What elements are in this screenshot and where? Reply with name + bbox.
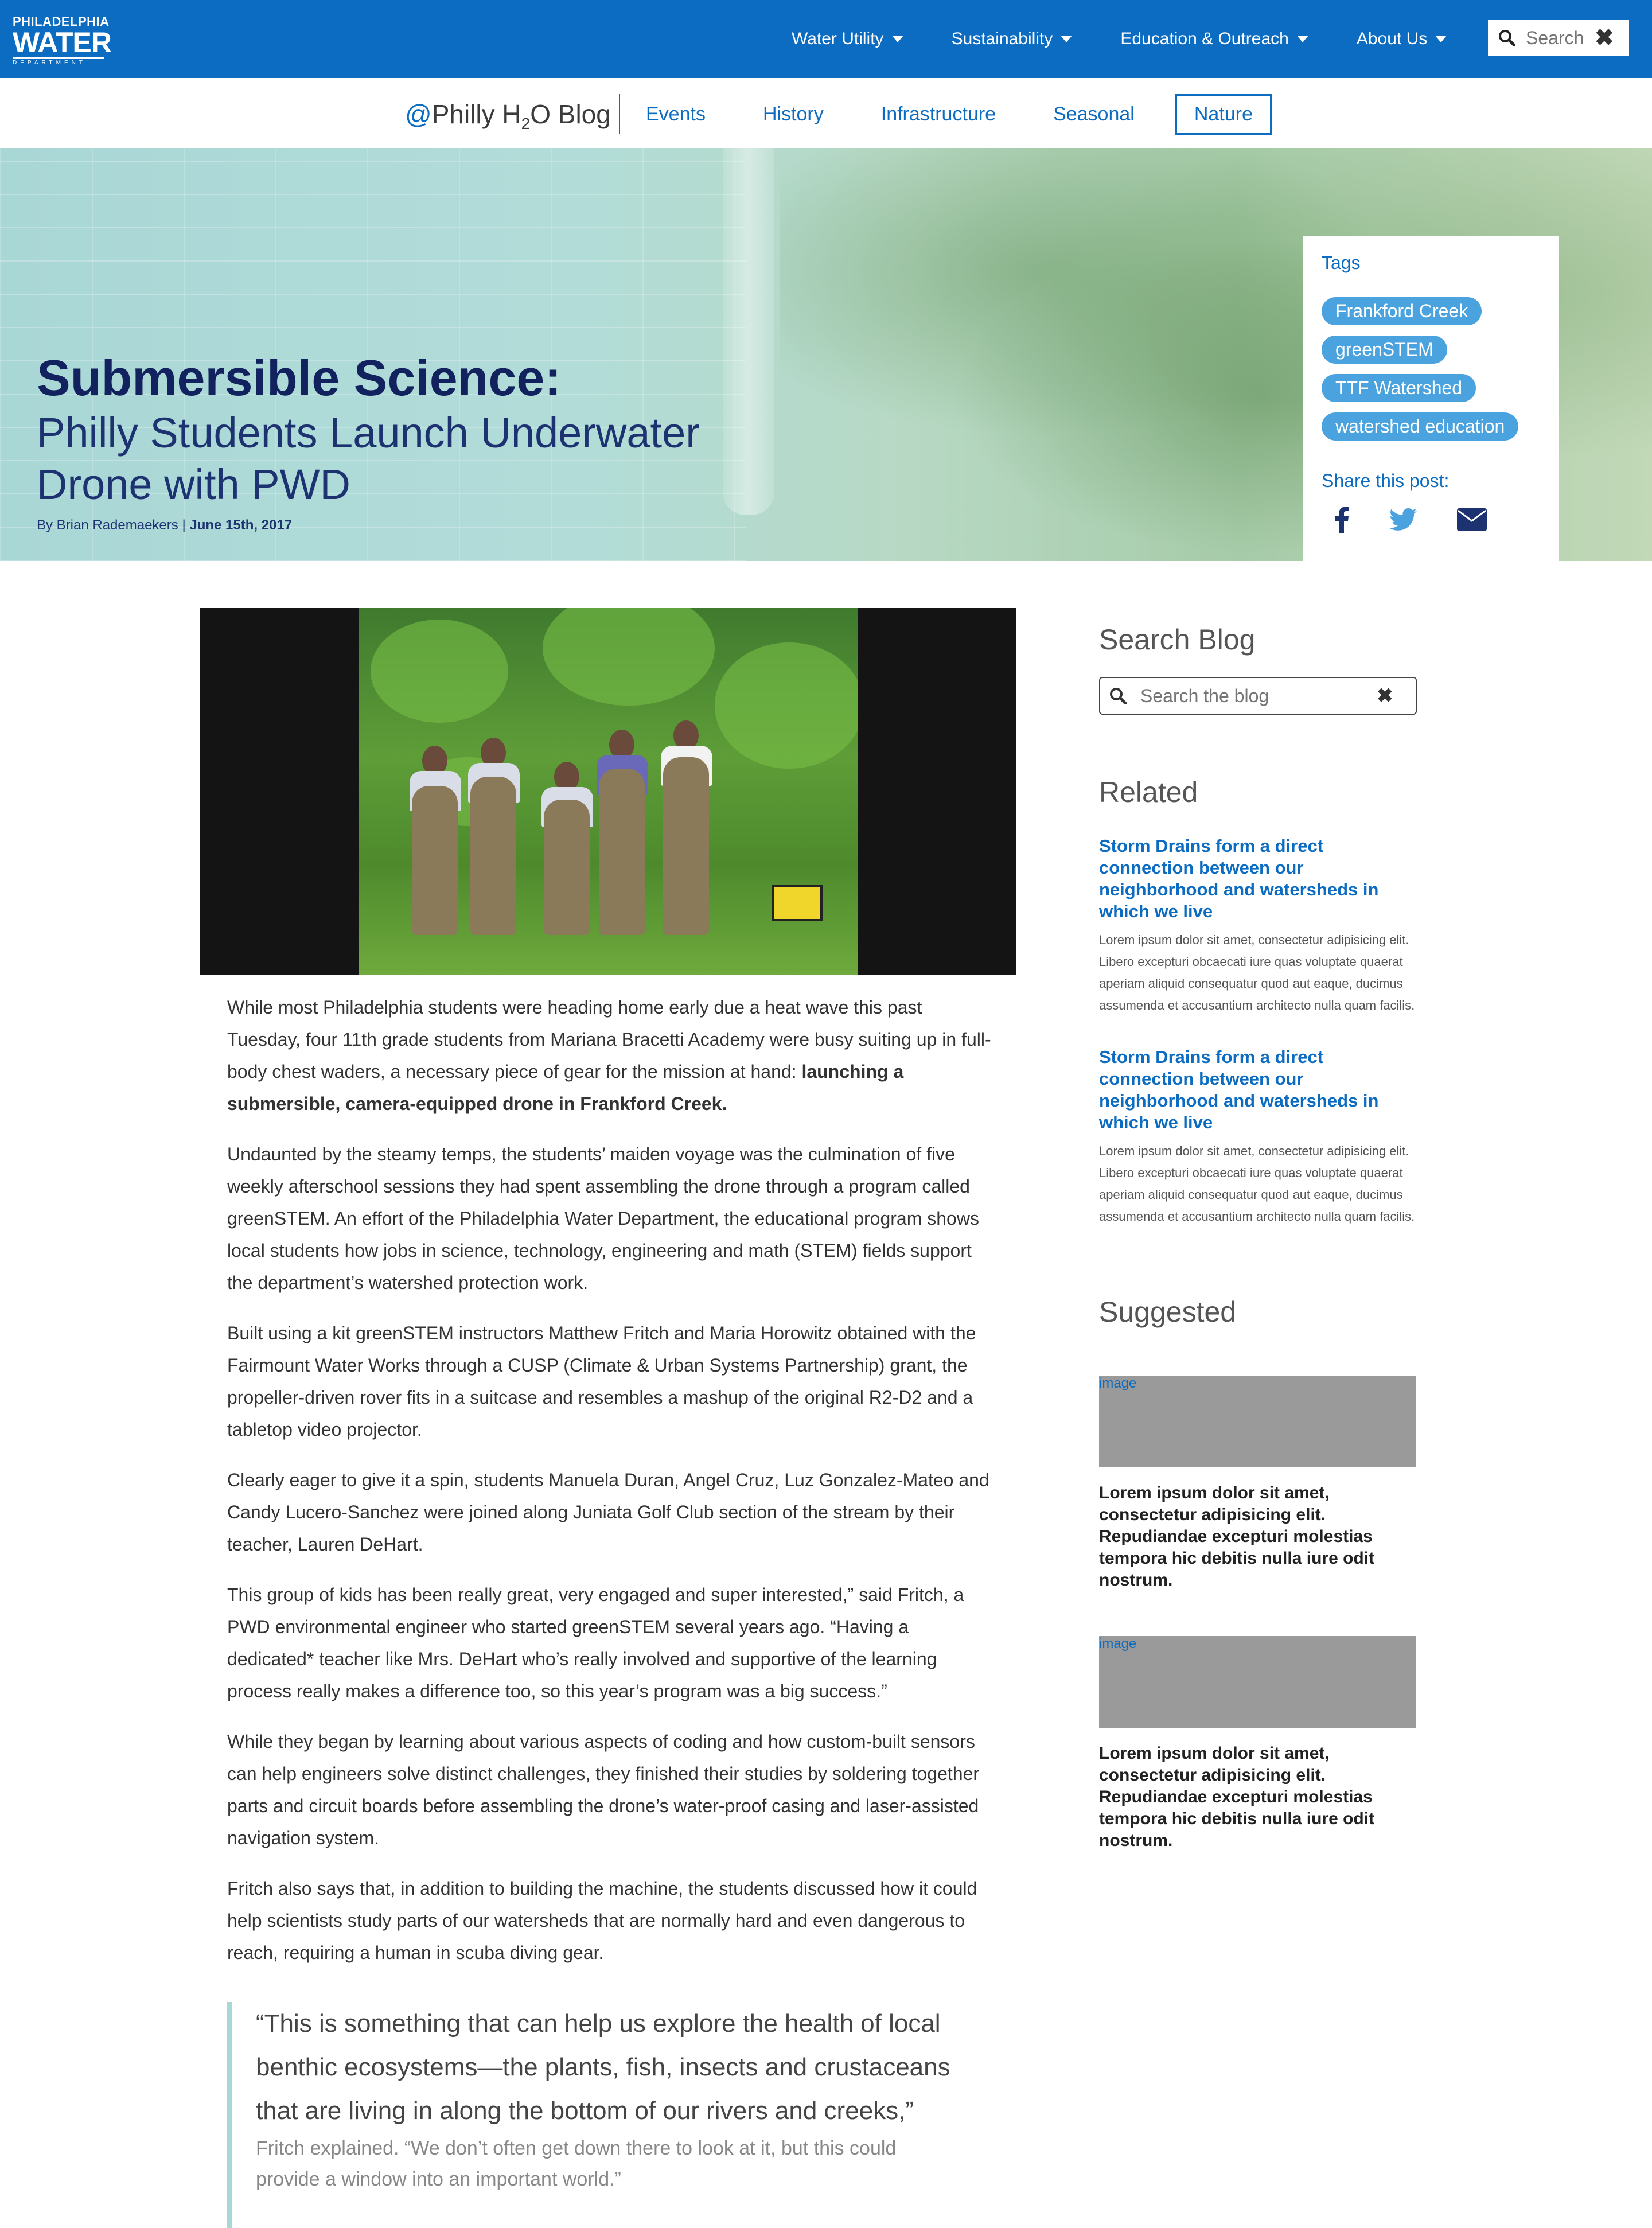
main-nav: Water Utility Sustainability Education &… bbox=[792, 0, 1495, 78]
page: PHILADELPHIA WATER DEPARTMENT Water Util… bbox=[0, 0, 1652, 2228]
article-body: While most Philadelphia students were he… bbox=[227, 991, 996, 1987]
photo-drone-case bbox=[772, 885, 823, 921]
article-photo-frame bbox=[200, 608, 1016, 975]
nav-about-us[interactable]: About Us bbox=[1357, 29, 1447, 49]
broken-image-alt: image bbox=[1099, 1376, 1137, 1391]
tab-events[interactable]: Events bbox=[646, 103, 706, 126]
article-paragraph: Undaunted by the steamy temps, the stude… bbox=[227, 1144, 979, 1293]
suggested-title[interactable]: Lorem ipsum dolor sit amet, consectetur … bbox=[1099, 1743, 1420, 1852]
pull-quote-text: “This is something that can help us expl… bbox=[256, 2009, 950, 2125]
related-heading: Related bbox=[1099, 776, 1198, 808]
tab-history[interactable]: History bbox=[763, 103, 824, 126]
pull-quote: “This is something that can help us expl… bbox=[227, 2002, 1002, 2228]
article-paragraph: Fritch also says that, in addition to bu… bbox=[227, 1878, 977, 1963]
logo-line2: WATER bbox=[13, 26, 112, 59]
post-author: By Brian Rademaekers | bbox=[37, 517, 190, 533]
photo-foliage bbox=[371, 620, 508, 723]
share-buttons bbox=[1334, 506, 1527, 533]
blog-title[interactable]: @Philly H2O Blog bbox=[405, 94, 620, 134]
logo-line3: DEPARTMENT bbox=[13, 57, 104, 67]
pull-quote-attribution: Fritch explained. “We don’t often get do… bbox=[256, 2137, 897, 2190]
related-excerpt: Lorem ipsum dolor sit amet, consectetur … bbox=[1099, 933, 1415, 1012]
blog-title-pre: Philly H bbox=[431, 99, 521, 129]
photo-student bbox=[599, 769, 645, 935]
site-search-input[interactable] bbox=[1525, 26, 1590, 49]
article-paragraph: Clearly eager to give it a spin, student… bbox=[227, 1470, 989, 1555]
article-paragraph: While most Philadelphia students were he… bbox=[227, 991, 996, 1120]
photo-foliage bbox=[543, 608, 715, 706]
broken-image-alt: image bbox=[1099, 1636, 1137, 1651]
photo-student bbox=[544, 800, 590, 935]
suggested-heading: Suggested bbox=[1099, 1296, 1237, 1328]
blog-title-sub: 2 bbox=[521, 115, 531, 133]
nav-label: Education & Outreach bbox=[1120, 29, 1289, 48]
pwd-logo[interactable]: PHILADELPHIA WATER DEPARTMENT bbox=[13, 15, 116, 66]
suggested-image[interactable]: image bbox=[1099, 1636, 1416, 1728]
related-title-link[interactable]: Storm Drains form a direct connection be… bbox=[1099, 835, 1420, 922]
related-item: Storm Drains form a direct connection be… bbox=[1099, 835, 1420, 1016]
students-photo bbox=[359, 608, 858, 975]
post-byline: By Brian Rademaekers | June 15th, 2017 bbox=[37, 517, 292, 533]
photo-student bbox=[412, 786, 458, 935]
related-title-link[interactable]: Storm Drains form a direct connection be… bbox=[1099, 1046, 1420, 1134]
tags-label: Tags bbox=[1322, 252, 1361, 273]
suggested-item[interactable]: image Lorem ipsum dolor sit amet, consec… bbox=[1099, 1636, 1420, 1852]
tag-pill[interactable]: greenSTEM bbox=[1322, 336, 1447, 364]
search-blog-heading: Search Blog bbox=[1099, 624, 1256, 656]
tags-share-box: Tags Frankford Creek greenSTEM TTF Water… bbox=[1303, 236, 1559, 561]
photo-student bbox=[470, 777, 516, 935]
tab-seasonal[interactable]: Seasonal bbox=[1053, 103, 1135, 126]
related-excerpt: Lorem ipsum dolor sit amet, consectetur … bbox=[1099, 1144, 1415, 1224]
close-icon[interactable]: ✖ bbox=[1595, 25, 1614, 51]
site-search-box: ✖ bbox=[1488, 20, 1629, 56]
suggested-image[interactable]: image bbox=[1099, 1376, 1416, 1467]
post-title: Submersible Science: bbox=[37, 349, 562, 406]
article-paragraph: While they began by learning about vario… bbox=[227, 1731, 980, 1848]
blog-search-box: ✖ bbox=[1099, 677, 1417, 715]
blog-search-input[interactable] bbox=[1139, 684, 1377, 707]
blog-tabs: Events History Infrastructure Seasonal N… bbox=[646, 94, 1330, 135]
nav-sustainability[interactable]: Sustainability bbox=[952, 29, 1073, 49]
nav-label: About Us bbox=[1356, 29, 1428, 48]
facebook-icon[interactable] bbox=[1334, 506, 1349, 533]
twitter-icon[interactable] bbox=[1389, 508, 1417, 531]
suggested-title[interactable]: Lorem ipsum dolor sit amet, consectetur … bbox=[1099, 1482, 1420, 1591]
post-date: June 15th, 2017 bbox=[189, 517, 293, 533]
article-paragraph: This group of kids has been really great… bbox=[227, 1584, 964, 1701]
caret-down-icon bbox=[891, 36, 903, 42]
caret-down-icon bbox=[1061, 36, 1073, 42]
photo-student bbox=[663, 757, 709, 935]
caret-down-icon bbox=[1435, 36, 1447, 42]
tab-infrastructure[interactable]: Infrastructure bbox=[881, 103, 996, 126]
blog-subnav: @Philly H2O Blog Events History Infrastr… bbox=[0, 78, 1652, 149]
search-icon[interactable] bbox=[1498, 29, 1515, 46]
share-label: Share this post: bbox=[1322, 470, 1450, 491]
blog-at-sign: @ bbox=[405, 99, 432, 129]
nav-label: Sustainability bbox=[951, 29, 1053, 48]
tag-pill[interactable]: Frankford Creek bbox=[1322, 297, 1482, 325]
top-navbar: PHILADELPHIA WATER DEPARTMENT Water Util… bbox=[0, 0, 1652, 78]
related-item: Storm Drains form a direct connection be… bbox=[1099, 1046, 1420, 1228]
tab-nature[interactable]: Nature bbox=[1174, 94, 1272, 135]
post-subtitle: Philly Students Launch Underwater Drone … bbox=[37, 409, 700, 508]
search-icon[interactable] bbox=[1109, 687, 1127, 704]
email-icon[interactable] bbox=[1457, 508, 1487, 531]
photo-foliage bbox=[715, 642, 858, 769]
tag-pill[interactable]: TTF Watershed bbox=[1322, 374, 1476, 402]
nav-education-outreach[interactable]: Education & Outreach bbox=[1120, 29, 1308, 49]
nav-water-utility[interactable]: Water Utility bbox=[792, 29, 903, 49]
nav-label: Water Utility bbox=[792, 29, 884, 48]
suggested-item[interactable]: image Lorem ipsum dolor sit amet, consec… bbox=[1099, 1376, 1420, 1591]
tag-pill[interactable]: watershed education bbox=[1322, 412, 1519, 441]
blog-title-post: O Blog bbox=[530, 99, 611, 129]
tag-list: Frankford Creek greenSTEM TTF Watershed … bbox=[1322, 297, 1519, 451]
close-icon[interactable]: ✖ bbox=[1377, 684, 1393, 707]
article-paragraph: Built using a kit greenSTEM instructors … bbox=[227, 1323, 976, 1440]
caret-down-icon bbox=[1296, 36, 1308, 42]
